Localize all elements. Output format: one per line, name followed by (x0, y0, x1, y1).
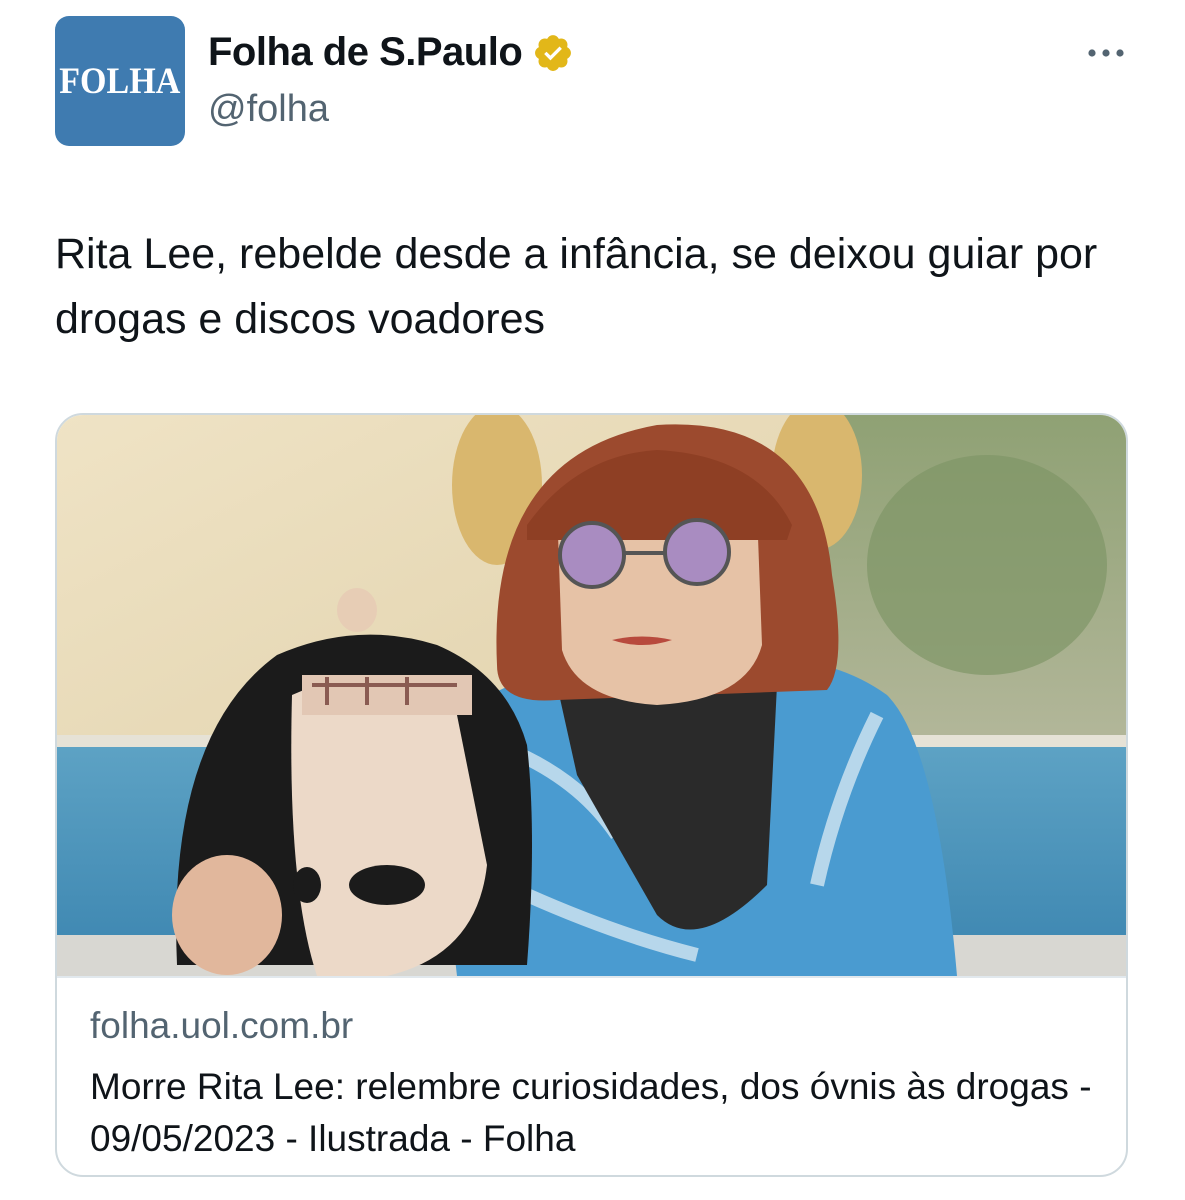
card-divider (57, 976, 1126, 978)
author-name-row[interactable]: Folha de S.Paulo (208, 30, 574, 75)
display-name[interactable]: Folha de S.Paulo (208, 30, 523, 75)
author-handle[interactable]: @folha (208, 88, 329, 131)
gold-verified-icon[interactable] (532, 32, 574, 74)
avatar-logo-text: FOLHA (59, 60, 181, 102)
article-photo[interactable] (57, 415, 1128, 976)
folha-avatar[interactable]: FOLHA (55, 16, 185, 146)
card-title[interactable]: Morre Rita Lee: relembre curiosidades, d… (90, 1061, 1110, 1165)
tweet-text: Rita Lee, rebelde desde a infância, se d… (55, 230, 1098, 343)
link-preview-card[interactable]: folha.uol.com.br Morre Rita Lee: relembr… (55, 413, 1128, 1177)
more-options-icon[interactable] (1085, 38, 1127, 68)
card-domain: folha.uol.com.br (90, 1005, 354, 1046)
